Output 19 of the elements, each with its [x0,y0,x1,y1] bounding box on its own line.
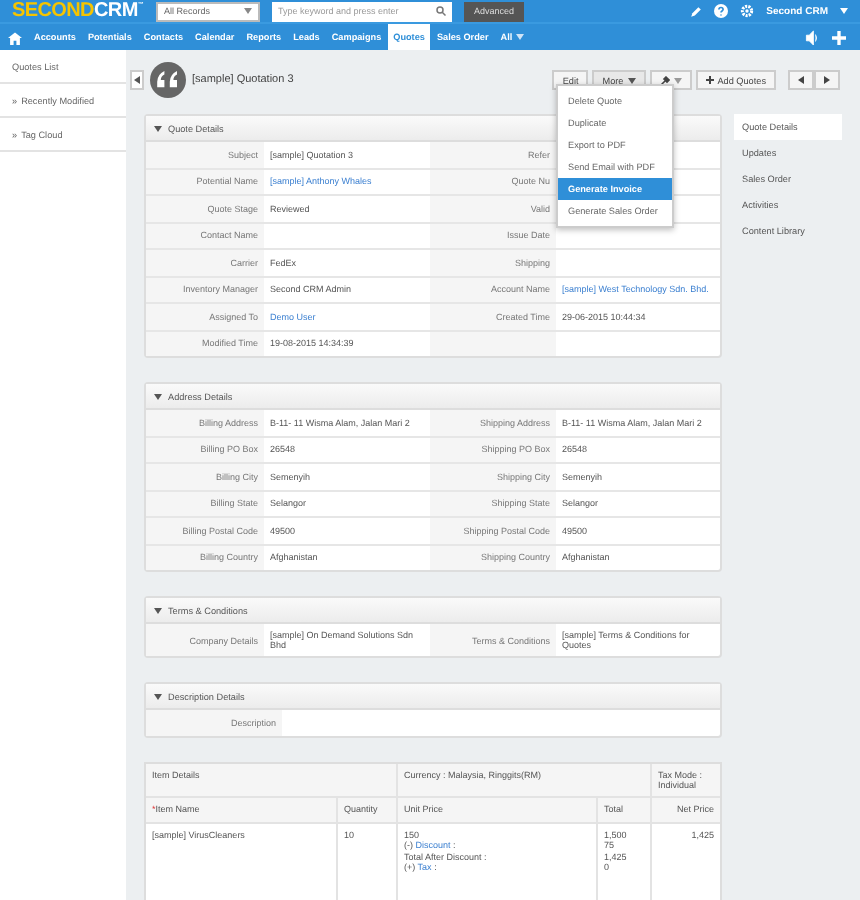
right-arrow-icon [824,76,830,84]
next-record-button[interactable] [814,70,840,90]
plus-icon [705,76,714,84]
quote-mark-icon [150,62,186,98]
collapse-icon [154,125,162,131]
pencil-icon[interactable] [690,5,703,17]
collapse-icon [154,607,162,613]
caret-icon [673,77,682,83]
caret-icon [840,8,848,14]
settings-icon[interactable] [740,4,755,18]
caret-icon [244,8,252,14]
collapse-icon [154,393,162,399]
left-arrow-icon [798,76,804,84]
collapse-icon [154,693,162,699]
collapse-sidebar-button[interactable] [130,70,144,90]
caret-icon [516,34,525,40]
search-icon[interactable] [436,6,446,16]
help-icon[interactable] [714,4,729,18]
previous-record-button[interactable] [788,70,814,90]
